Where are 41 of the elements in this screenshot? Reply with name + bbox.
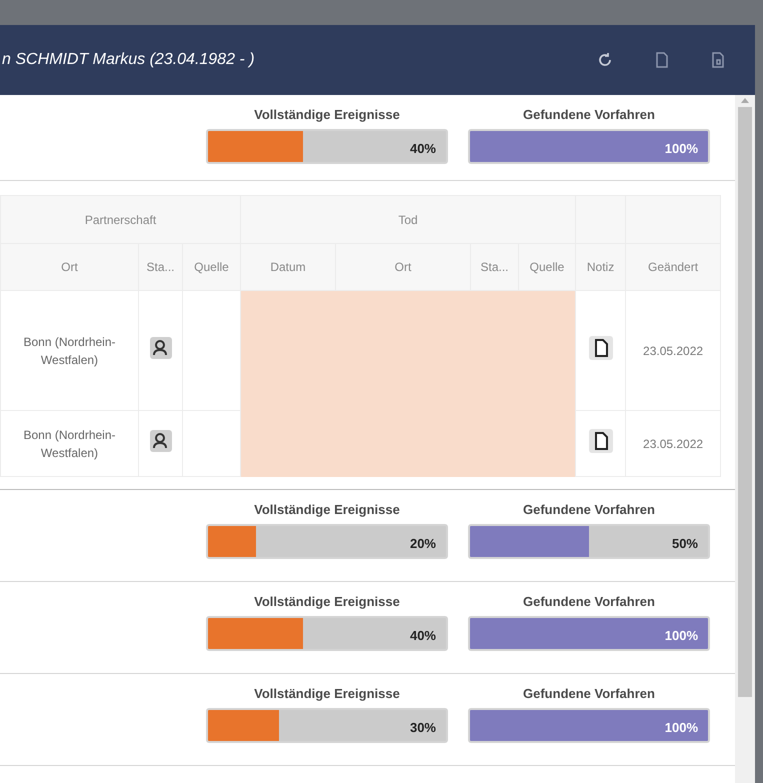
progress-label: Vollständige Ereignisse: [254, 501, 400, 519]
column-header[interactable]: Sta...: [146, 260, 174, 274]
table-cell: Bonn (Nordrhein-Westfalen): [23, 428, 116, 460]
column-group-header: Tod: [398, 212, 418, 226]
file-icon[interactable]: [711, 52, 725, 68]
progress-reading: 20%: [410, 534, 436, 552]
progress-reading: 100%: [664, 626, 698, 644]
column-header[interactable]: Quelle: [530, 260, 564, 274]
column-header[interactable]: Datum: [270, 260, 306, 274]
column-header[interactable]: Quelle: [194, 260, 229, 274]
progress-reading: 40%: [410, 140, 436, 158]
scrollbar-thumb[interactable]: [738, 107, 752, 697]
table-cell: Bonn (Nordrhein-Westfalen): [23, 334, 116, 366]
progress-reading: 30%: [410, 718, 436, 736]
progress-reading: 100%: [664, 140, 698, 158]
column-header[interactable]: Ort: [394, 260, 412, 274]
progress-label: Vollständige Ereignisse: [254, 106, 400, 124]
column-header[interactable]: Notiz: [586, 260, 614, 274]
progress-reading: 40%: [410, 626, 436, 644]
file-icon[interactable]: [655, 52, 669, 68]
progress-reading: 50%: [672, 534, 698, 552]
window-title: n SCHMIDT Markus (23.04.1982 - ): [2, 50, 256, 70]
column-header[interactable]: Sta...: [480, 260, 508, 274]
progress-label: Gefundene Vorfahren: [523, 593, 655, 611]
progress-label: Vollständige Ereignisse: [254, 593, 400, 611]
column-header[interactable]: Ort: [61, 260, 78, 274]
progress-label: Gefundene Vorfahren: [523, 685, 655, 703]
column-group-header: Partnerschaft: [84, 212, 156, 226]
document-icon[interactable]: [588, 429, 613, 453]
person-icon[interactable]: [150, 337, 172, 359]
scrollbar[interactable]: [735, 95, 755, 783]
person-icon[interactable]: [150, 430, 172, 452]
column-header[interactable]: Geändert: [648, 260, 698, 274]
document-icon[interactable]: [588, 336, 613, 360]
progress-reading: 100%: [664, 718, 698, 736]
table-cell: 23.05.2022: [643, 344, 704, 358]
progress-label: Gefundene Vorfahren: [523, 106, 655, 124]
progress-label: Gefundene Vorfahren: [523, 501, 655, 519]
table-cell: 23.05.2022: [643, 436, 704, 450]
refresh-icon[interactable]: [597, 52, 613, 68]
progress-label: Vollständige Ereignisse: [254, 685, 400, 703]
